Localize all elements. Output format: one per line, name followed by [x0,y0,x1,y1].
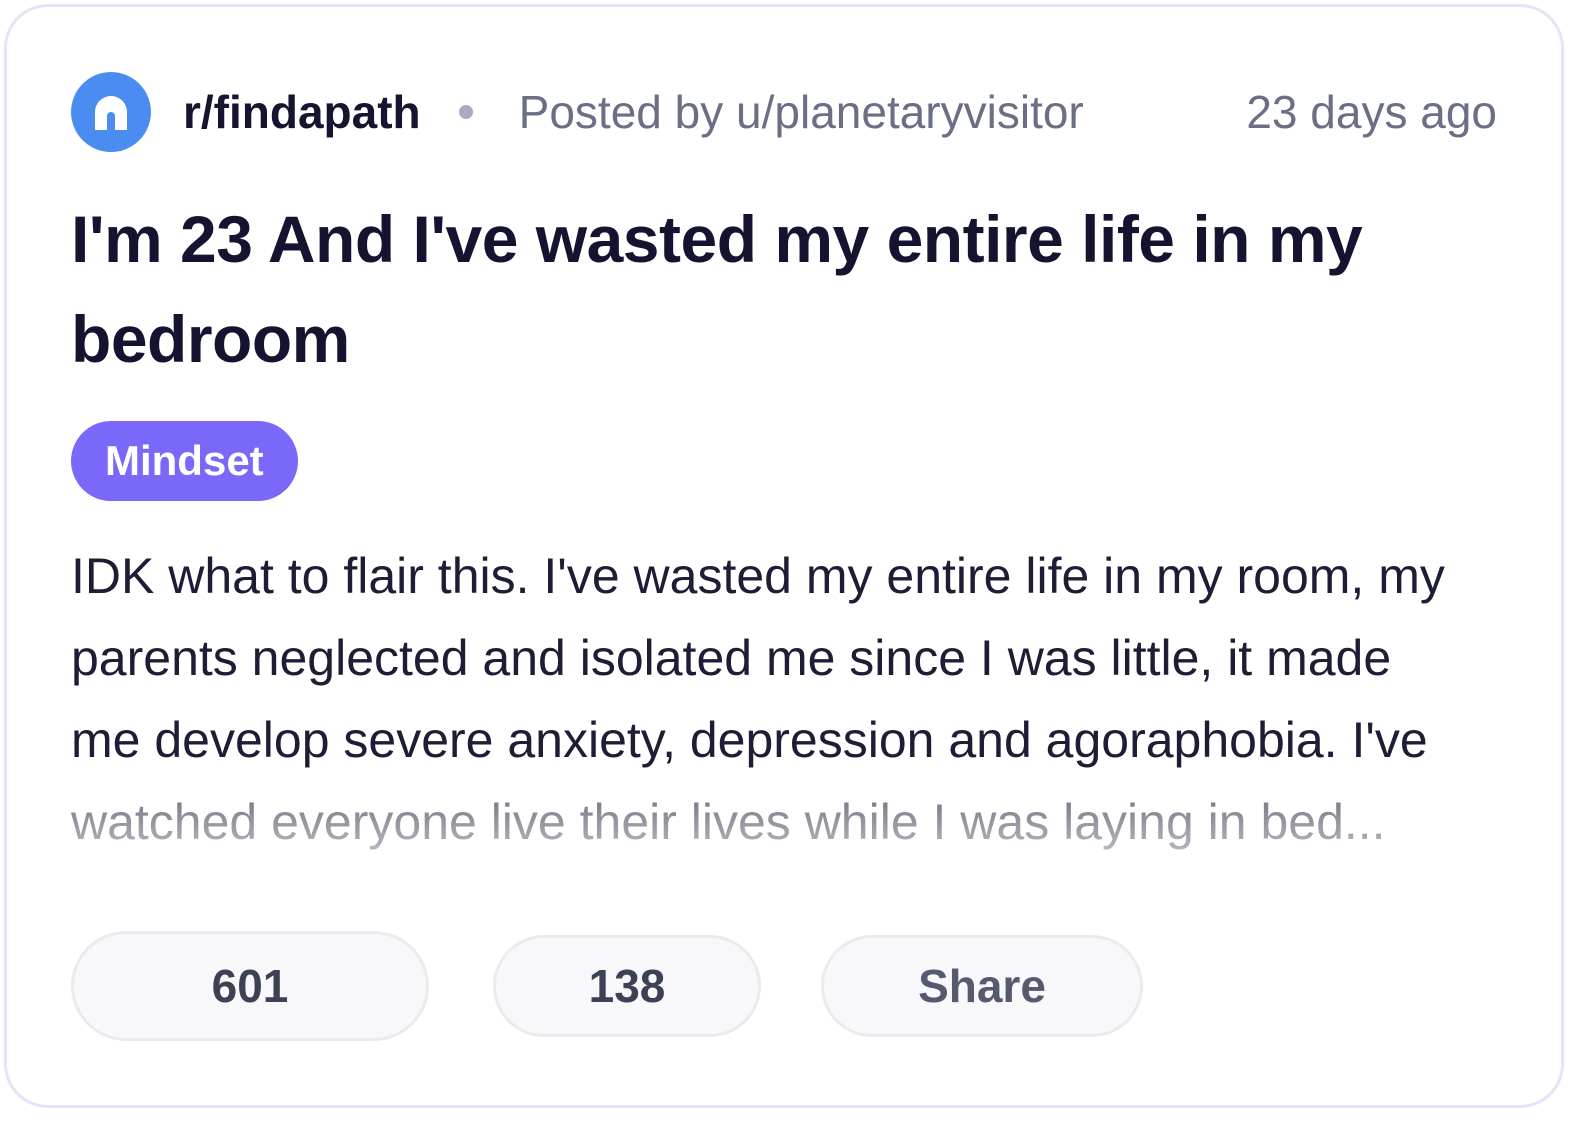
comments-button[interactable]: 138 [493,935,761,1037]
post-header: r/findapath Posted by u/planetaryvisitor… [71,71,1497,153]
flair-badge[interactable]: Mindset [71,421,298,501]
subreddit-name[interactable]: r/findapath [183,85,421,139]
posted-by[interactable]: Posted by u/planetaryvisitor [519,85,1084,139]
upvote-button[interactable]: 601 [71,931,429,1041]
upvote-count: 601 [211,960,289,1012]
post-title[interactable]: I'm 23 And I've wasted my entire life in… [71,189,1511,389]
post-card[interactable]: r/findapath Posted by u/planetaryvisitor… [4,4,1564,1108]
subreddit-avatar-icon[interactable] [71,72,151,152]
post-timestamp: 23 days ago [1246,86,1497,138]
share-label: Share [918,960,1046,1012]
comment-count: 138 [588,960,666,1012]
separator-dot [458,105,473,119]
post-actions: 601 138 Share [71,931,1143,1041]
share-button[interactable]: Share [821,935,1143,1037]
post-body: IDK what to flair this. I've wasted my e… [71,548,1445,850]
